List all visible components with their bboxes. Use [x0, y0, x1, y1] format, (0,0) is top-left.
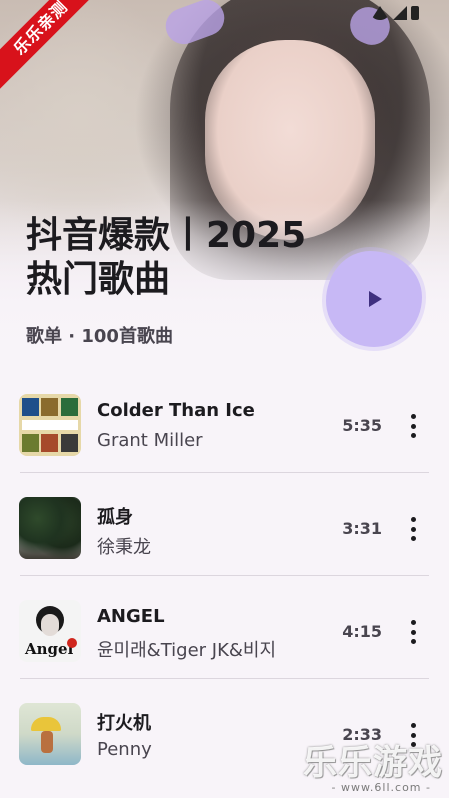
song-artist: 윤미래&Tiger JK&비지: [97, 640, 277, 661]
song-artist: 徐秉龙: [97, 537, 151, 558]
play-button[interactable]: [326, 251, 422, 347]
playlist-title: 抖音爆款丨2025热门歌曲: [26, 215, 307, 300]
signal-icon: [393, 6, 407, 20]
song-row[interactable]: Angel ANGEL 윤미래&Tiger JK&비지 4:15: [0, 576, 449, 679]
song-row[interactable]: 孤身 徐秉龙 3:31: [0, 473, 449, 576]
battery-icon: [411, 6, 419, 20]
wifi-icon: [371, 6, 389, 20]
song-artist: Grant Miller: [97, 430, 203, 451]
more-options-icon[interactable]: [405, 414, 421, 438]
more-options-icon[interactable]: [405, 517, 421, 541]
song-duration: 5:35: [342, 416, 382, 435]
song-title: Colder Than Ice: [97, 400, 255, 421]
song-title: 打火机: [97, 713, 151, 734]
song-row[interactable]: Colder Than Ice Grant Miller 5:35: [0, 370, 449, 473]
song-list: Colder Than Ice Grant Miller 5:35 孤身 徐秉龙…: [0, 370, 449, 782]
song-title: 孤身: [97, 507, 133, 528]
song-title: ANGEL: [97, 606, 165, 627]
album-cover-trees: [19, 497, 81, 559]
more-options-icon[interactable]: [405, 620, 421, 644]
playlist-subtitle: 歌单 · 100首歌曲: [26, 326, 173, 347]
album-cover-angel: Angel: [19, 600, 81, 662]
song-artist: Penny: [97, 739, 152, 760]
play-icon: [369, 291, 382, 307]
status-bar: [371, 6, 419, 20]
album-cover-umbrella: [19, 703, 81, 765]
watermark-logo: 乐乐游戏: [303, 743, 443, 783]
watermark-url: - www.6ll.com -: [331, 781, 431, 794]
song-duration: 4:15: [342, 622, 382, 641]
song-duration: 3:31: [342, 519, 382, 538]
album-cover-collage: [19, 394, 81, 456]
